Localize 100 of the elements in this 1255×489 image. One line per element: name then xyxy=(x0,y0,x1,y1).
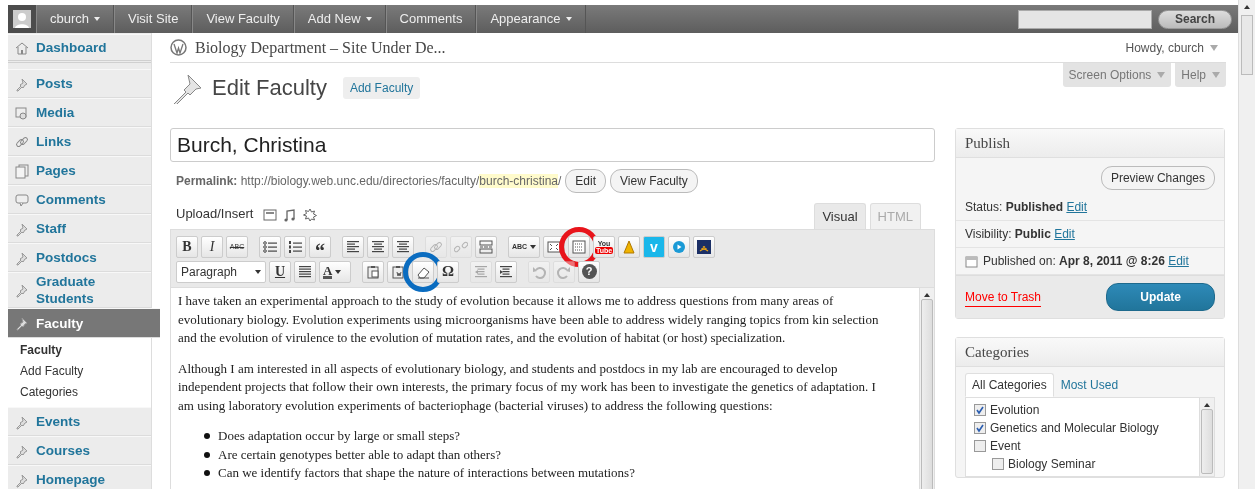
align-right-button[interactable] xyxy=(392,235,414,258)
text-color-button[interactable]: A xyxy=(319,260,351,283)
paragraph-text: I have taken an experimental approach to the study of evolution because it allows me to address questions from many areas of evolutionary biology. Evolution experiments using microorganisms have been able to address widely ranging topics from kin selection and the evolution of virulence to the evolution of mutation rates, and the evolution of habitat (or host) specialization. xyxy=(178,292,879,347)
sidebar-item[interactable]: Links xyxy=(8,127,151,156)
sidebar-item[interactable]: Postdocs xyxy=(8,243,151,272)
play-circle-icon xyxy=(672,239,686,254)
help-button[interactable]: ? xyxy=(578,260,600,283)
screen-tab[interactable]: Help xyxy=(1175,63,1226,87)
align-left-button[interactable] xyxy=(342,235,364,258)
category-label: Event xyxy=(990,438,1021,455)
admin-bar-link[interactable]: View Faculty xyxy=(192,5,294,33)
numbered-list-icon xyxy=(288,239,302,254)
submenu-item[interactable]: Faculty xyxy=(8,340,151,361)
pushpin-icon xyxy=(14,282,30,298)
italic-button[interactable]: I xyxy=(201,235,223,258)
category-scrollbar[interactable] xyxy=(1199,398,1214,476)
date-text: Published on: Apr 8, 2011 @ 8:26 Edit xyxy=(983,253,1189,270)
list-item-text: Are certain genotypes better able to adapt than others? xyxy=(218,445,501,464)
admin-bar-link[interactable]: Appearance xyxy=(476,5,586,33)
sidebar-item[interactable]: Pages xyxy=(8,156,151,185)
screen-tab[interactable]: Screen Options xyxy=(1062,63,1172,87)
permalink-button[interactable]: View Faculty xyxy=(610,169,698,193)
sidebar-item[interactable]: Courses xyxy=(8,436,151,465)
category-label: Genetics and Molecular Biology xyxy=(990,420,1159,437)
page-scrollbar[interactable] xyxy=(1238,0,1255,489)
sidebar-item[interactable]: Events xyxy=(8,407,151,436)
sidebar-item[interactable]: Media xyxy=(8,98,151,127)
bullet-icon xyxy=(204,470,210,477)
edit-link[interactable]: Edit xyxy=(1054,227,1075,241)
music-note-icon xyxy=(283,208,298,222)
edit-link[interactable]: Edit xyxy=(1066,200,1088,214)
sidebar-item[interactable]: Posts xyxy=(8,69,151,98)
signal-button[interactable] xyxy=(693,235,715,258)
pages-icon xyxy=(14,162,30,179)
star-burst-icon xyxy=(303,208,318,222)
clear-formatting-button[interactable] xyxy=(412,260,434,283)
toolbar-toggle-button[interactable] xyxy=(568,235,590,258)
bulleted-list-button[interactable] xyxy=(259,235,281,258)
numbered-list-button[interactable] xyxy=(284,235,306,258)
avatar-icon[interactable] xyxy=(8,5,36,33)
special-character-button[interactable]: Ω xyxy=(437,260,459,283)
checkbox[interactable] xyxy=(992,458,1004,470)
preview-changes-button[interactable]: Preview Changes xyxy=(1100,166,1215,190)
align-right-icon xyxy=(396,239,410,254)
search-field[interactable] xyxy=(1017,9,1152,29)
visibility-text: Visibility: Public Edit xyxy=(965,226,1075,243)
checkbox[interactable] xyxy=(974,404,986,416)
cone-button[interactable] xyxy=(618,235,640,258)
move-to-trash-link[interactable]: Move to Trash xyxy=(965,287,1042,307)
editor-tab[interactable]: Visual xyxy=(814,202,866,229)
status-text: Status: Published Edit xyxy=(965,199,1088,216)
clipboard-icon xyxy=(391,264,405,279)
speech-bubble-icon xyxy=(14,191,30,208)
sidebar-item[interactable]: Faculty xyxy=(8,308,160,338)
sidebar-item[interactable]: Homepage xyxy=(8,465,151,489)
editor-scrollbar[interactable] xyxy=(919,288,934,489)
category-label: Biology Seminar xyxy=(1008,456,1096,473)
signal-waves-icon xyxy=(697,239,711,254)
caret-icon xyxy=(255,269,261,274)
category-label: Evolution xyxy=(990,402,1040,419)
sidebar-item[interactable]: Comments xyxy=(8,185,151,214)
permalink-button[interactable]: Edit xyxy=(565,169,606,193)
add-faculty-button[interactable]: Add Faculty xyxy=(342,77,421,99)
title-field[interactable]: Burch, Christina xyxy=(170,128,935,162)
bold-button[interactable]: B xyxy=(176,235,198,258)
calendar-icon xyxy=(965,254,978,268)
sidebar-item[interactable]: Dashboard xyxy=(8,34,151,63)
category-tab[interactable]: All Categories xyxy=(965,373,1054,397)
align-center-button[interactable] xyxy=(367,235,389,258)
category-tab[interactable]: Most Used xyxy=(1053,373,1126,397)
page-heading: Edit Faculty xyxy=(212,74,327,102)
submenu-item[interactable]: Add Faculty xyxy=(8,361,151,382)
undo-arrow-icon xyxy=(532,264,546,279)
edit-link[interactable]: Edit xyxy=(1168,254,1189,268)
justify-icon xyxy=(298,264,312,279)
justify-button[interactable] xyxy=(294,260,316,283)
checkbox[interactable] xyxy=(974,440,986,452)
underline-button[interactable]: U xyxy=(269,260,291,283)
checkbox[interactable] xyxy=(974,422,986,434)
outdent-icon xyxy=(474,264,488,279)
admin-bar-link[interactable]: Add New xyxy=(293,5,386,33)
wordpress-logo-icon xyxy=(170,39,187,56)
pushpin-icon xyxy=(14,315,30,331)
submenu-item[interactable]: Categories xyxy=(8,382,151,403)
admin-bar-link[interactable]: Comments xyxy=(385,5,477,33)
format-dropdown[interactable]: Paragraph xyxy=(176,260,266,283)
sidebar-item[interactable]: Staff xyxy=(8,214,151,243)
redo-arrow-icon xyxy=(557,264,571,279)
bullet-list-icon xyxy=(263,239,277,254)
site-title[interactable]: Biology Department – Site Under De... xyxy=(195,35,446,60)
clipboard-icon xyxy=(366,264,380,279)
caret-icon xyxy=(94,17,101,21)
indent-icon xyxy=(499,264,513,279)
paste-text-button[interactable] xyxy=(362,260,384,283)
update-button[interactable]: Update xyxy=(1106,283,1215,311)
list-item-text: Can we identify factors that shape the nature of interactions between mutations? xyxy=(218,464,635,482)
search-button[interactable]: Search xyxy=(1157,9,1232,29)
indent-button[interactable] xyxy=(495,260,517,283)
upload-label: Upload/Insert xyxy=(176,204,254,223)
blockquote-button[interactable]: “ xyxy=(309,235,331,258)
